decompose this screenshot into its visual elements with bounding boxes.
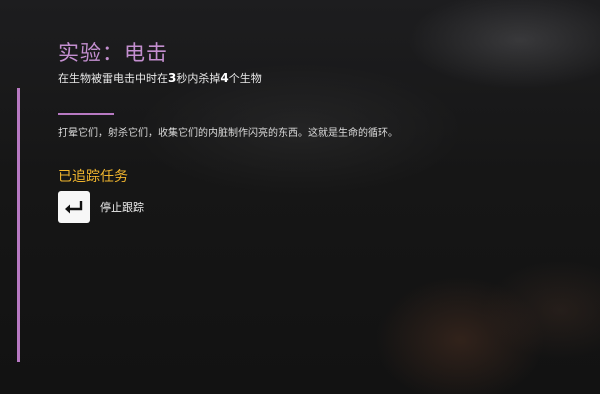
subtitle-text-b: 秒内杀掉 bbox=[176, 72, 221, 85]
challenge-description: 打晕它们，射杀它们，收集它们的内脏制作闪亮的东西。这就是生命的循环。 bbox=[58, 128, 398, 139]
subtitle-number-kills: 4 bbox=[220, 71, 229, 85]
accent-bar bbox=[17, 88, 20, 362]
tracked-missions-heading: 已追踪任务 bbox=[58, 169, 128, 185]
divider bbox=[58, 113, 114, 115]
challenge-title: 实验：电击 bbox=[58, 41, 168, 65]
challenge-subtitle: 在生物被雷电击中时在3秒内杀掉4个生物 bbox=[58, 70, 262, 86]
game-menu-screen: 实验：电击 在生物被雷电击中时在3秒内杀掉4个生物 打晕它们，射杀它们，收集它们… bbox=[0, 0, 600, 394]
stop-tracking-label: 停止跟踪 bbox=[100, 201, 144, 214]
subtitle-text-c: 个生物 bbox=[228, 72, 262, 85]
subtitle-text-a: 在生物被雷电击中时在 bbox=[58, 72, 168, 85]
enter-key-icon bbox=[58, 191, 90, 223]
stop-tracking-button[interactable]: 停止跟踪 bbox=[58, 191, 144, 223]
